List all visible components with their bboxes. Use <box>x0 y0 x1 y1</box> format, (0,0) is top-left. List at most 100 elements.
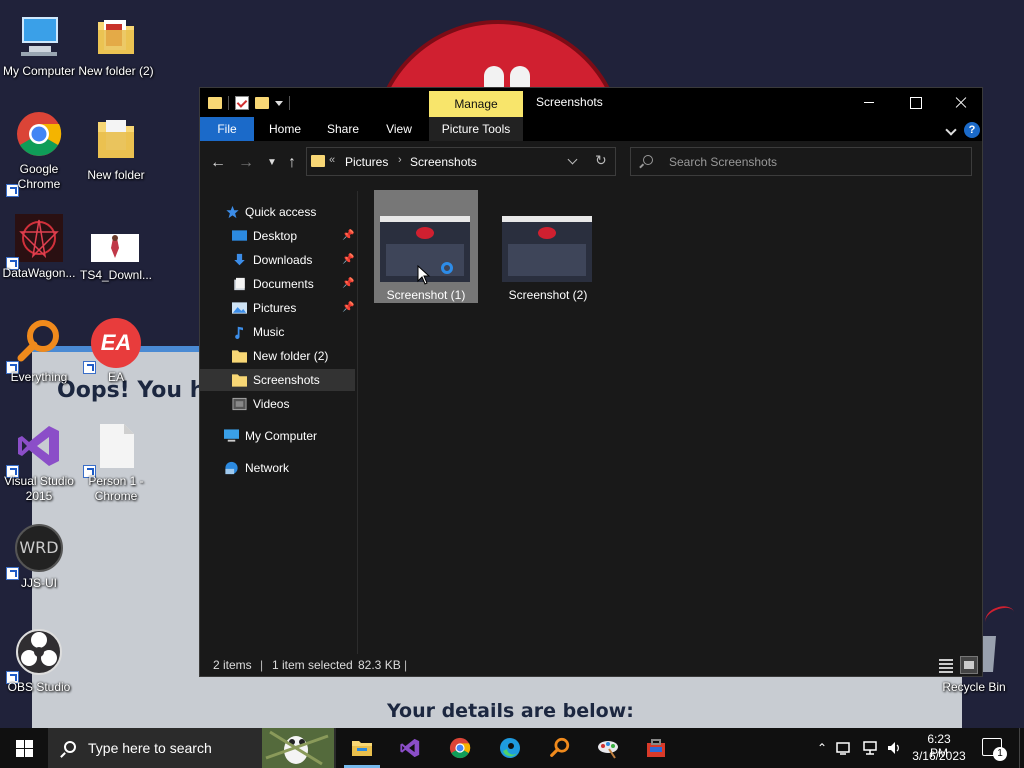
desktop-icon-ea[interactable]: EA EA <box>75 318 157 388</box>
file-item-screenshot-1[interactable]: Screenshot (1) <box>374 190 478 303</box>
refresh-icon[interactable]: ↻ <box>595 152 607 169</box>
desktop-icon-google-chrome[interactable]: Google Chrome <box>0 110 80 197</box>
computer-icon <box>15 12 63 60</box>
taskbar-app-everything[interactable] <box>536 728 584 768</box>
taskbar-app-paint[interactable] <box>584 728 632 768</box>
breadcrumb-screenshots[interactable]: Screenshots <box>410 155 477 169</box>
sidebar-item-quick-access[interactable]: Quick access <box>200 201 355 223</box>
show-desktop-button[interactable] <box>1019 728 1024 768</box>
tab-file[interactable]: File <box>200 117 254 141</box>
notification-center-icon[interactable]: 1 <box>982 738 1007 761</box>
close-button[interactable] <box>938 88 984 117</box>
videos-icon <box>232 397 247 411</box>
desktop-icon-my-computer[interactable]: My Computer <box>0 12 80 92</box>
address-bar[interactable]: « Pictures › Screenshots ↻ <box>306 147 616 176</box>
sidebar-item-my-computer[interactable]: My Computer <box>200 425 355 447</box>
taskbar-search-placeholder: Type here to search <box>88 740 212 756</box>
tab-view[interactable]: View <box>374 117 424 141</box>
taskbar-app-visual-studio[interactable] <box>386 728 434 768</box>
taskbar-app-chrome[interactable] <box>436 728 484 768</box>
windows-logo-icon <box>25 740 33 748</box>
sidebar-item-label: Music <box>253 325 285 339</box>
minimize-button[interactable] <box>846 88 892 117</box>
chevron-down-icon[interactable] <box>567 154 578 165</box>
window-title: Screenshots <box>536 95 603 109</box>
sidebar-item-documents[interactable]: Documents 📌 <box>200 273 355 295</box>
sidebar-item-pictures[interactable]: Pictures 📌 <box>200 297 355 319</box>
sidebar-item-network[interactable]: Network <box>200 457 355 479</box>
taskbar-app-file-explorer[interactable] <box>338 728 386 768</box>
desktop-icon-visual-studio[interactable]: Visual Studio 2015 <box>0 422 80 506</box>
forward-arrow-icon[interactable]: → <box>236 153 256 173</box>
tab-manage[interactable]: Manage <box>429 91 523 117</box>
search-box[interactable] <box>630 147 972 176</box>
taskbar-app-edge[interactable] <box>486 728 534 768</box>
details-view-icon[interactable] <box>938 657 954 673</box>
clock-date[interactable]: 3/16/2023 <box>906 749 972 763</box>
large-icons-view-icon[interactable] <box>960 656 978 674</box>
title-bar[interactable]: Manage Screenshots <box>200 88 982 117</box>
expand-ribbon-icon[interactable] <box>945 124 957 136</box>
new-folder-icon[interactable] <box>255 97 269 109</box>
busy-cursor-icon <box>441 262 453 274</box>
breadcrumb-pictures[interactable]: Pictures <box>345 155 388 169</box>
tab-picture-tools[interactable]: Picture Tools <box>429 117 523 141</box>
sidebar-item-music[interactable]: Music <box>200 321 355 343</box>
image-thumbnail <box>502 216 592 282</box>
properties-icon[interactable] <box>235 96 249 110</box>
desktop-icon-label: JJS-UI <box>21 576 57 590</box>
sidebar-item-videos[interactable]: Videos <box>200 393 355 415</box>
sidebar-item-downloads[interactable]: Downloads 📌 <box>200 249 355 271</box>
pin-icon[interactable]: 📌 <box>342 273 354 295</box>
pin-icon[interactable]: 📌 <box>342 297 354 319</box>
file-list[interactable]: Screenshot (1) Screenshot (2) <box>358 183 982 654</box>
pin-icon[interactable]: 📌 <box>342 225 354 247</box>
back-arrow-icon[interactable]: ← <box>208 153 228 173</box>
customize-dropdown-icon[interactable] <box>275 100 283 106</box>
desktop-icon-everything[interactable]: Everything <box>0 318 80 388</box>
desktop-icon-new-folder[interactable]: New folder <box>75 116 157 186</box>
file-name: Screenshot (1) <box>386 288 466 302</box>
ethernet-icon[interactable] <box>862 740 878 756</box>
desktop-icon-obs-studio[interactable]: OBS Studio <box>0 628 80 698</box>
folder-icon[interactable] <box>208 97 222 109</box>
desktop-icon-new-folder-2[interactable]: New folder (2) <box>75 12 157 92</box>
file-item-screenshot-2[interactable]: Screenshot (2) <box>496 190 600 303</box>
tab-home[interactable]: Home <box>258 117 312 141</box>
sidebar-item-new-folder-2[interactable]: New folder (2) <box>200 345 355 367</box>
sidebar-item-label: Screenshots <box>253 373 320 387</box>
pin-icon[interactable]: 📌 <box>342 249 354 271</box>
ribbon-tabs: File Home Share View Picture Tools ? <box>200 117 982 141</box>
breadcrumb-separator[interactable]: › <box>398 154 402 166</box>
download-icon <box>234 253 245 266</box>
sidebar-item-label: Pictures <box>253 301 297 315</box>
desktop-icon-datawagon[interactable]: DataWagon... <box>0 214 80 284</box>
desktop-icon-label: DataWagon... <box>2 266 76 280</box>
desktop-icon-jjs-ui[interactable]: WRD JJS-UI <box>0 524 80 594</box>
network-status-icon[interactable] <box>836 740 852 756</box>
recent-locations-icon[interactable]: ▼ <box>262 153 282 173</box>
sidebar-item-desktop[interactable]: Desktop 📌 <box>200 225 355 247</box>
address-overflow[interactable]: « <box>329 154 335 166</box>
desktop-icon-label: My Computer <box>2 64 76 78</box>
everything-search-icon <box>15 318 63 366</box>
up-arrow-icon[interactable]: ↑ <box>282 153 302 173</box>
desktop-icon-person-1-chrome[interactable]: Person 1 - Chrome <box>75 422 157 506</box>
sidebar-item-screenshots[interactable]: Screenshots <box>200 369 355 391</box>
sidebar-item-label: My Computer <box>245 429 318 443</box>
navigation-pane: Quick access Desktop 📌 Downloads 📌 Docum… <box>200 191 358 654</box>
chevron-up-icon[interactable]: ⌃ <box>814 740 830 756</box>
help-icon[interactable]: ? <box>964 122 980 138</box>
search-highlight-image <box>262 728 334 768</box>
volume-icon[interactable] <box>886 740 902 756</box>
taskbar-app-toolbox[interactable] <box>632 728 680 768</box>
quick-access-toolbar <box>208 94 290 112</box>
search-input[interactable] <box>669 152 959 172</box>
start-button[interactable] <box>0 728 48 768</box>
maximize-button[interactable] <box>892 88 938 117</box>
desktop-icon-ts4-download[interactable]: TS4_Downl... <box>75 222 157 284</box>
taskbar-search-box[interactable]: Type here to search <box>48 728 336 768</box>
tab-share[interactable]: Share <box>318 117 368 141</box>
star-icon <box>226 205 239 219</box>
file-explorer-window[interactable]: Manage Screenshots File Home Share View … <box>199 87 983 677</box>
